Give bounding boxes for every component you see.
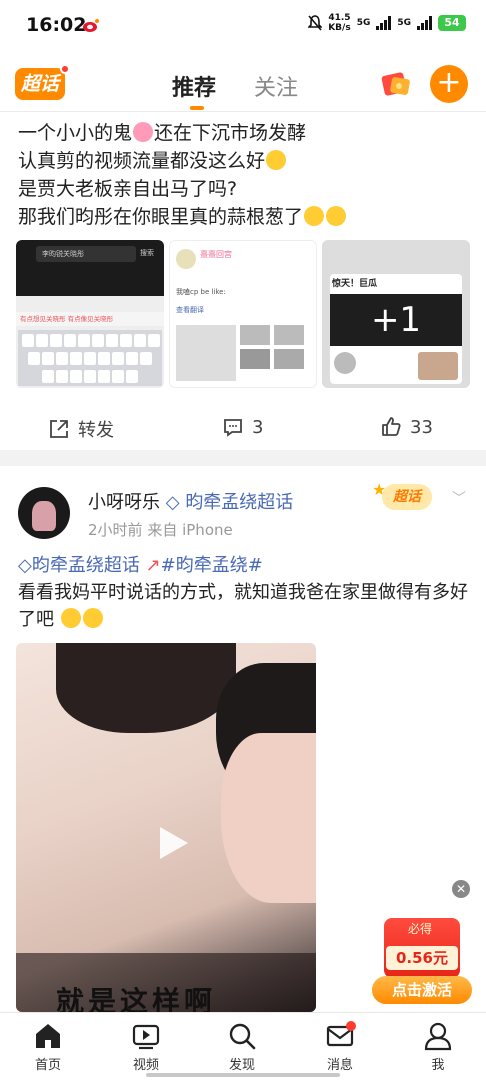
thumb-suggestions: 有点想见关晓彤 有点像见关晓彤	[16, 312, 164, 326]
mute-icon	[308, 15, 323, 31]
network-speed: 41.5 KB/s	[328, 13, 351, 33]
post1-line: 认真剪的视频流量都没这么好	[18, 150, 266, 172]
post1-action-bar: 转发 3 33	[0, 408, 486, 448]
sim2-label: 5G	[397, 18, 411, 28]
red-packet-icon[interactable]	[377, 68, 413, 98]
supertopic-logo[interactable]: 超话	[15, 68, 65, 100]
share-icon	[50, 420, 68, 438]
close-icon[interactable]: ✕	[452, 880, 470, 898]
post1-image-2[interactable]: 熹熹回宫 我嗑cp be like: 查看翻译	[169, 240, 317, 388]
thumb-plus-one: +1	[330, 294, 462, 346]
thumb-headline: 惊天！巨瓜	[332, 279, 378, 289]
signal-icon	[417, 16, 432, 30]
thumb-post-text: 我嗑cp be like:	[176, 288, 226, 296]
supertopic-badge[interactable]: ★ 超话	[372, 478, 436, 514]
repost-button[interactable]: 转发	[48, 416, 114, 442]
like-count: 33	[410, 416, 433, 438]
video-caption: 就是这样啊	[56, 985, 217, 1012]
post2-source: 来自 iPhone	[147, 521, 233, 539]
search-icon	[229, 1023, 256, 1050]
post1-line: 还在下沉市场发酵	[154, 122, 307, 144]
post2-tag-hashtag[interactable]: #昀牵孟绕#	[161, 555, 263, 576]
play-icon[interactable]	[152, 823, 192, 863]
nav-discover[interactable]: 发现	[212, 1021, 272, 1073]
ghost-emoji-icon	[133, 122, 154, 142]
thumb-translate: 查看翻译	[176, 306, 204, 314]
comment-count: 3	[252, 416, 264, 438]
promo-red-packet[interactable]: 必得 0.56元 点击激活	[372, 918, 472, 1004]
promo-amount: 0.56元	[386, 946, 458, 970]
avatar[interactable]	[18, 487, 70, 539]
nav-video[interactable]: 视频	[116, 1021, 176, 1073]
comment-icon	[224, 419, 242, 437]
dizzy-emoji-icon	[326, 206, 347, 226]
post1-line: 一个小小的鬼	[18, 122, 133, 144]
thumb-avatar	[176, 249, 196, 269]
top-navigation: 超话 推荐 关注 +	[0, 56, 486, 112]
signal-icon	[376, 16, 392, 30]
diamond-icon: ◇	[165, 492, 180, 513]
post1-image-1[interactable]: 李昀锐关晓彤 搜索 有点想见关晓彤 有点像见关晓彤	[16, 240, 164, 388]
comment-button[interactable]: 3	[222, 416, 263, 438]
feed-divider	[0, 450, 486, 466]
post2-header: 小呀呀乐 ◇ 昀牵孟绕超话	[88, 488, 293, 514]
post2-text[interactable]: ◇昀牵孟绕超话 ↗#昀牵孟绕# 看看我妈平时说话的方式，就知道我爸在家里做得有多…	[18, 552, 478, 633]
trend-icon: ↗	[145, 555, 161, 576]
nav-video-label: 视频	[132, 1058, 159, 1073]
home-icon	[36, 1024, 60, 1048]
dizzy-emoji-icon	[304, 206, 325, 226]
like-button[interactable]: 33	[380, 416, 433, 438]
post2-video[interactable]: 就是这样啊	[16, 643, 316, 1012]
home-indicator[interactable]	[146, 1073, 340, 1077]
tab-follow[interactable]: 关注	[254, 70, 298, 102]
post2-tag-supertopic[interactable]: 昀牵孟绕超话	[32, 555, 140, 576]
thumb-keyboard	[18, 330, 162, 386]
thumb-search-bar: 李昀锐关晓彤	[36, 246, 136, 262]
bottom-navigation: 首页 视频 发现 消息 我	[0, 1012, 486, 1080]
repost-label: 转发	[78, 420, 114, 441]
nav-home-label: 首页	[34, 1058, 61, 1073]
status-bar: 16:02 41.5 KB/s 5G 5G 54	[0, 0, 486, 52]
post2-time: 2小时前	[88, 521, 143, 539]
promo-must-label: 必得	[408, 922, 433, 936]
post1-text[interactable]: 一个小小的鬼 还在下沉市场发酵 认真剪的视频流量都没这么好 是贾大老板亲自出马了吗…	[18, 119, 478, 231]
video-icon	[132, 1024, 160, 1050]
nav-home[interactable]: 首页	[18, 1021, 78, 1073]
thumbs-up-icon	[382, 417, 401, 436]
post1-line: 是贾大老板亲自出马了吗?	[18, 178, 238, 200]
supertopic-badge-label: 超话	[382, 484, 432, 510]
nav-messages-label: 消息	[326, 1058, 353, 1073]
notification-dot	[60, 64, 70, 74]
sim1-label: 5G	[356, 18, 371, 28]
thumb-username: 熹熹回宫	[200, 250, 232, 259]
post2-topic-link[interactable]: 昀牵孟绕超话	[185, 492, 293, 513]
profile-icon	[424, 1022, 452, 1051]
promo-activate-button[interactable]: 点击激活	[372, 976, 472, 1004]
weibo-notification-icon	[83, 19, 99, 32]
post1-image-grid: 李昀锐关晓彤 搜索 有点想见关晓彤 有点像见关晓彤 熹熹回宫 我嗑cp be l…	[16, 240, 470, 388]
post1-line: 那我们昀彤在你眼里真的蒜根葱了	[18, 206, 304, 228]
shy-emoji-icon	[82, 608, 103, 628]
nav-messages[interactable]: 消息	[310, 1021, 370, 1073]
thumb-search-label: 搜索	[140, 249, 154, 257]
nav-me-label: 我	[431, 1058, 445, 1073]
post2-username[interactable]: 小呀呀乐	[88, 492, 160, 513]
compose-plus-button[interactable]: +	[430, 65, 468, 103]
battery-icon: 54	[438, 15, 466, 31]
post2-meta: 2小时前 来自 iPhone	[88, 519, 233, 540]
nav-me[interactable]: 我	[408, 1021, 468, 1073]
post1-image-3[interactable]: 惊天！巨瓜 +1	[322, 240, 470, 388]
message-badge-dot	[346, 1021, 356, 1031]
nav-discover-label: 发现	[228, 1058, 255, 1073]
tab-recommend[interactable]: 推荐	[172, 70, 216, 110]
status-time: 16:02	[26, 14, 87, 36]
laugh-emoji-icon	[266, 150, 287, 170]
diamond-icon: ◇	[18, 555, 32, 576]
cat-emoji-icon	[60, 608, 81, 628]
chevron-down-icon[interactable]: ﹀	[452, 488, 466, 508]
